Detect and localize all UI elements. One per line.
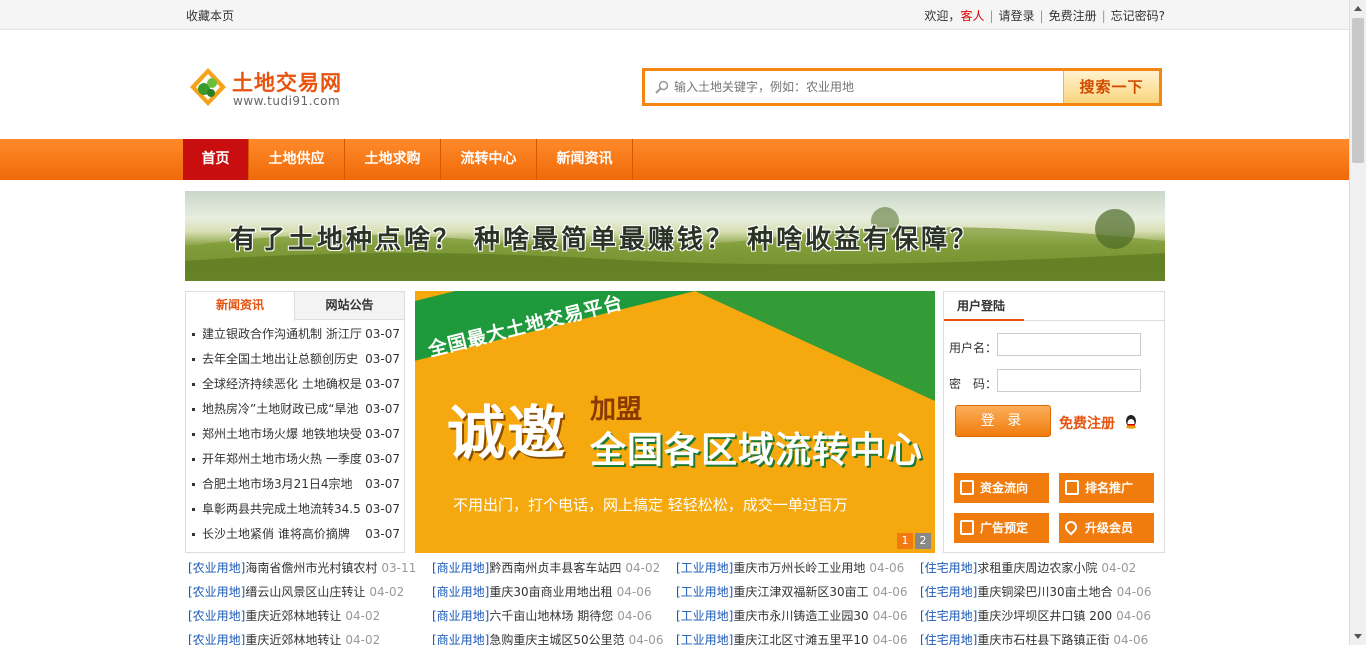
listing-item[interactable]: [工业用地]重庆市万州长岭工业用地 04-06: [676, 559, 916, 576]
user-links: 欢迎，客人 | 请登录 | 免费注册 | 忘记密码?: [924, 9, 1165, 23]
tile-ranking-promotion[interactable]: 排名推广: [1059, 473, 1154, 503]
site-logo[interactable]: 土地交易网 www.tudi91.com: [188, 66, 358, 110]
logo-icon: [190, 68, 226, 106]
news-tabs: 新闻资讯 网站公告: [186, 292, 404, 321]
nav-land-supply[interactable]: 土地供应: [249, 139, 345, 180]
listing-row: [农业用地]海南省儋州市光村镇农村 03-11 [商业用地]黔西南州贞丰县客车站四…: [185, 559, 1165, 579]
chevron-up-icon: [1354, 6, 1362, 11]
scroll-down-arrow[interactable]: [1350, 628, 1366, 645]
welcome-text: 欢迎，: [924, 9, 961, 23]
guest-label: 客人: [960, 9, 985, 23]
nav-home[interactable]: 首页: [183, 139, 249, 180]
listing-item[interactable]: [工业用地]重庆市永川铸造工业园30 04-06: [676, 607, 916, 624]
search-button[interactable]: 搜索一下: [1063, 71, 1159, 103]
listing-item[interactable]: [农业用地]重庆近郊林地转让 04-02: [188, 607, 428, 624]
listing-item[interactable]: [农业用地]重庆近郊林地转让 04-02: [188, 631, 428, 645]
qq-icon[interactable]: [1124, 414, 1138, 430]
news-item[interactable]: 阜彰两县共完成土地流转34.5 03-07: [190, 497, 402, 522]
slider-pager: 12: [895, 533, 931, 549]
logo-title: 土地交易网: [232, 71, 342, 95]
news-panel: 新闻资讯 网站公告 建立银政合作沟通机制 浙江厅 03-07 去年全国土地出让总额…: [185, 291, 405, 553]
land-listings: [农业用地]海南省儋州市光村镇农村 03-11 [商业用地]黔西南州贞丰县客车站四…: [185, 556, 1165, 645]
search-input[interactable]: [674, 74, 1064, 100]
tab-announcements[interactable]: 网站公告: [295, 292, 404, 320]
news-item[interactable]: 地热房冷”土地财政已成“旱池 03-07: [190, 397, 402, 422]
search-icon: [655, 80, 669, 94]
location-pin-icon: [1062, 518, 1080, 536]
top-bar: 收藏本页 欢迎，客人 | 请登录 | 免费注册 | 忘记密码?: [0, 0, 1349, 30]
tile-upgrade-member[interactable]: 升级会员: [1059, 513, 1154, 543]
news-list: 建立银政合作沟通机制 浙江厅 03-07 去年全国土地出让总额创历史 03-07 全…: [190, 322, 402, 547]
news-item[interactable]: 郑州土地市场火爆 地铁地块受 03-07: [190, 422, 402, 447]
news-item[interactable]: 建立银政合作沟通机制 浙江厅 03-07: [190, 322, 402, 347]
bookmark-link[interactable]: 收藏本页: [186, 7, 234, 24]
listing-item[interactable]: [农业用地]海南省儋州市光村镇农村 03-11: [188, 559, 428, 576]
listing-item[interactable]: [商业用地]急购重庆主城区50公里范 04-06: [432, 631, 672, 645]
banner-image[interactable]: 有了土地种点啥？ 种啥最简单最赚钱？ 种啥收益有保障？: [185, 191, 1165, 281]
nav-transfer-center[interactable]: 流转中心: [441, 139, 537, 180]
news-item[interactable]: 去年全国土地出让总额创历史 03-07: [190, 347, 402, 372]
listing-item[interactable]: [商业用地]六千亩山地林场 期待您 04-06: [432, 607, 672, 624]
slider-page-2[interactable]: 2: [915, 533, 931, 549]
news-item[interactable]: 全球经济持续恶化 土地确权是 03-07: [190, 372, 402, 397]
header: 土地交易网 www.tudi91.com 搜索一下: [0, 31, 1349, 139]
camera-icon: [1065, 480, 1079, 495]
scroll-up-arrow[interactable]: [1350, 0, 1366, 17]
slider-page-1[interactable]: 1: [897, 533, 913, 549]
promo-region: 全国各区域流转中心: [590, 430, 924, 471]
listing-item[interactable]: [工业用地]重庆江北区寸滩五里平10 04-06: [676, 631, 916, 645]
username-label: 用户名：: [949, 341, 998, 355]
promo-headline: 诚邀: [447, 399, 568, 467]
login-title: 用户登陆: [944, 292, 1024, 321]
login-panel: 用户登陆 用户名： 密 码： 登 录 免费注册 资金流向 排名推广 广告预定 升…: [943, 291, 1165, 553]
banner-slogan: 有了土地种点啥？ 种啥最简单最赚钱？ 种啥收益有保障？: [230, 225, 980, 255]
listing-item[interactable]: [住宅用地]求租重庆周边农家小院 04-02: [920, 559, 1160, 576]
forgot-password-link[interactable]: 忘记密码?: [1111, 9, 1165, 23]
listing-item[interactable]: [商业用地]黔西南州贞丰县客车站四 04-02: [432, 559, 672, 576]
login-header: 用户登陆: [944, 292, 1164, 321]
listing-row: [农业用地]缙云山风景区山庄转让 04-02 [商业用地]重庆30亩商业用地出租 0…: [185, 583, 1165, 603]
password-label: 密 码：: [949, 377, 998, 391]
promo-subtitle: 不用出门，打个电话，网上搞定 轻轻松松，成交一单过百万: [453, 496, 848, 514]
search-box: 搜索一下: [642, 68, 1162, 106]
listing-item[interactable]: [住宅用地]重庆沙坪坝区井口镇 200 04-06: [920, 607, 1160, 624]
login-link[interactable]: 请登录: [999, 9, 1035, 23]
listing-item[interactable]: [住宅用地]重庆市石柱县下路镇正街 04-06: [920, 631, 1160, 645]
chevron-down-icon: [1354, 634, 1362, 639]
listing-item[interactable]: [住宅用地]重庆铜梁巴川30亩土地合 04-06: [920, 583, 1160, 600]
nav-land-demand[interactable]: 土地求购: [345, 139, 441, 180]
listing-item[interactable]: [工业用地]重庆江津双福新区30亩工 04-06: [676, 583, 916, 600]
scroll-thumb[interactable]: [1352, 18, 1364, 163]
main-nav: 首页 土地供应 土地求购 流转中心 新闻资讯: [0, 139, 1349, 180]
promo-slider[interactable]: 全国最大土地交易平台 诚邀 加盟 全国各区域流转中心 不用出门，打个电话，网上搞…: [415, 291, 935, 553]
nav-news[interactable]: 新闻资讯: [537, 139, 633, 180]
tab-news[interactable]: 新闻资讯: [186, 292, 295, 321]
login-button[interactable]: 登 录: [955, 405, 1051, 437]
tile-ad-booking[interactable]: 广告预定: [954, 513, 1049, 543]
register-link[interactable]: 免费注册: [1049, 9, 1097, 23]
listing-item[interactable]: [商业用地]重庆30亩商业用地出租 04-06: [432, 583, 672, 600]
password-field[interactable]: [997, 369, 1141, 392]
share-icon: [960, 520, 974, 535]
news-item[interactable]: 合肥土地市场3月21日4宗地 03-07: [190, 472, 402, 497]
listing-row: [农业用地]重庆近郊林地转让 04-02 [商业用地]六千亩山地林场 期待您 04-…: [185, 607, 1165, 627]
news-item[interactable]: 开年郑州土地市场火热 一季度 03-07: [190, 447, 402, 472]
listing-item[interactable]: [农业用地]缙云山风景区山庄转让 04-02: [188, 583, 428, 600]
tile-fund-flow[interactable]: 资金流向: [954, 473, 1049, 503]
page-scrollbar[interactable]: [1349, 0, 1366, 645]
logo-url: www.tudi91.com: [233, 94, 341, 108]
news-item[interactable]: 长沙土地紧俏 谁将高价摘牌 03-07: [190, 522, 402, 547]
document-icon: [960, 480, 974, 495]
listing-row: [农业用地]重庆近郊林地转让 04-02 [商业用地]急购重庆主城区50公里范 04…: [185, 631, 1165, 645]
register-link[interactable]: 免费注册: [1059, 413, 1115, 433]
promo-decoration: [695, 291, 935, 401]
username-field[interactable]: [997, 333, 1141, 356]
